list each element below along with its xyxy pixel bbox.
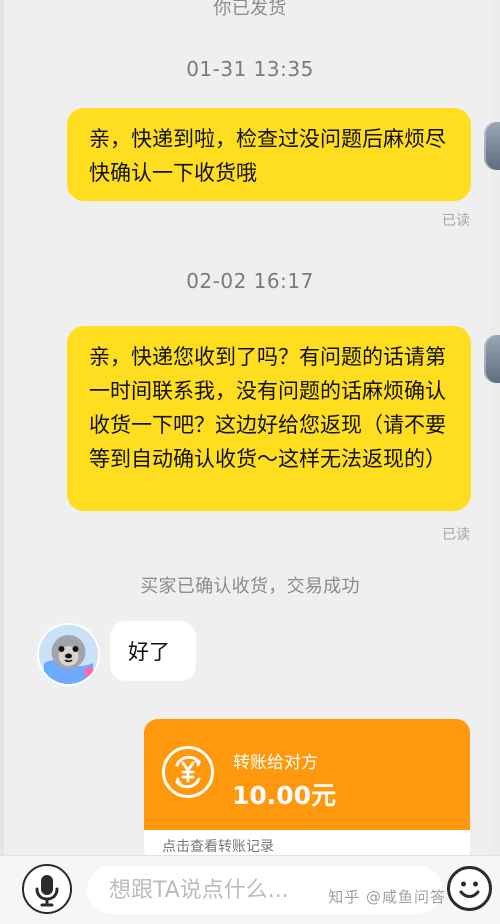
- watermark-text: 知乎 @咸鱼问答: [328, 888, 446, 906]
- composer-bar: 知乎 @咸鱼问答: [0, 855, 500, 924]
- seller-avatar-partial-2[interactable]: [484, 335, 500, 383]
- transfer-amount: 10.00元: [232, 781, 337, 810]
- message-bubble-incoming-1[interactable]: 好了: [110, 621, 196, 681]
- system-message-shipped: 你已发货: [213, 0, 287, 19]
- left-edge-strip: [0, 0, 4, 924]
- seal-avatar-icon: [39, 625, 98, 684]
- buyer-avatar[interactable]: [39, 625, 98, 684]
- microphone-button[interactable]: [22, 864, 72, 914]
- timestamp-second: 02-02 16:17: [186, 269, 314, 293]
- transfer-card[interactable]: 转账给对方 10.00元 点击查看转账记录: [144, 719, 470, 864]
- emoji-icon: [459, 881, 480, 899]
- transfer-title: 转账给对方: [233, 753, 318, 773]
- read-status-2: 已读: [442, 527, 470, 543]
- yen-transfer-icon: [162, 746, 214, 798]
- seller-avatar-partial-1[interactable]: [484, 122, 500, 170]
- timestamp-first: 01-31 13:35: [186, 57, 314, 81]
- message-bubble-outgoing-2[interactable]: 亲，快递您收到了吗？有问题的话请第一时间联系我，没有问题的话麻烦确认收货一下吧？…: [67, 326, 471, 511]
- microphone-icon: [35, 875, 59, 907]
- read-status-1: 已读: [442, 213, 470, 229]
- message-bubble-outgoing-1[interactable]: 亲，快递到啦，检查过没问题后麻烦尽快确认一下收货哦: [67, 108, 471, 201]
- system-message-confirmed: 买家已确认收货，交易成功: [140, 576, 360, 597]
- emoji-button[interactable]: [447, 866, 492, 911]
